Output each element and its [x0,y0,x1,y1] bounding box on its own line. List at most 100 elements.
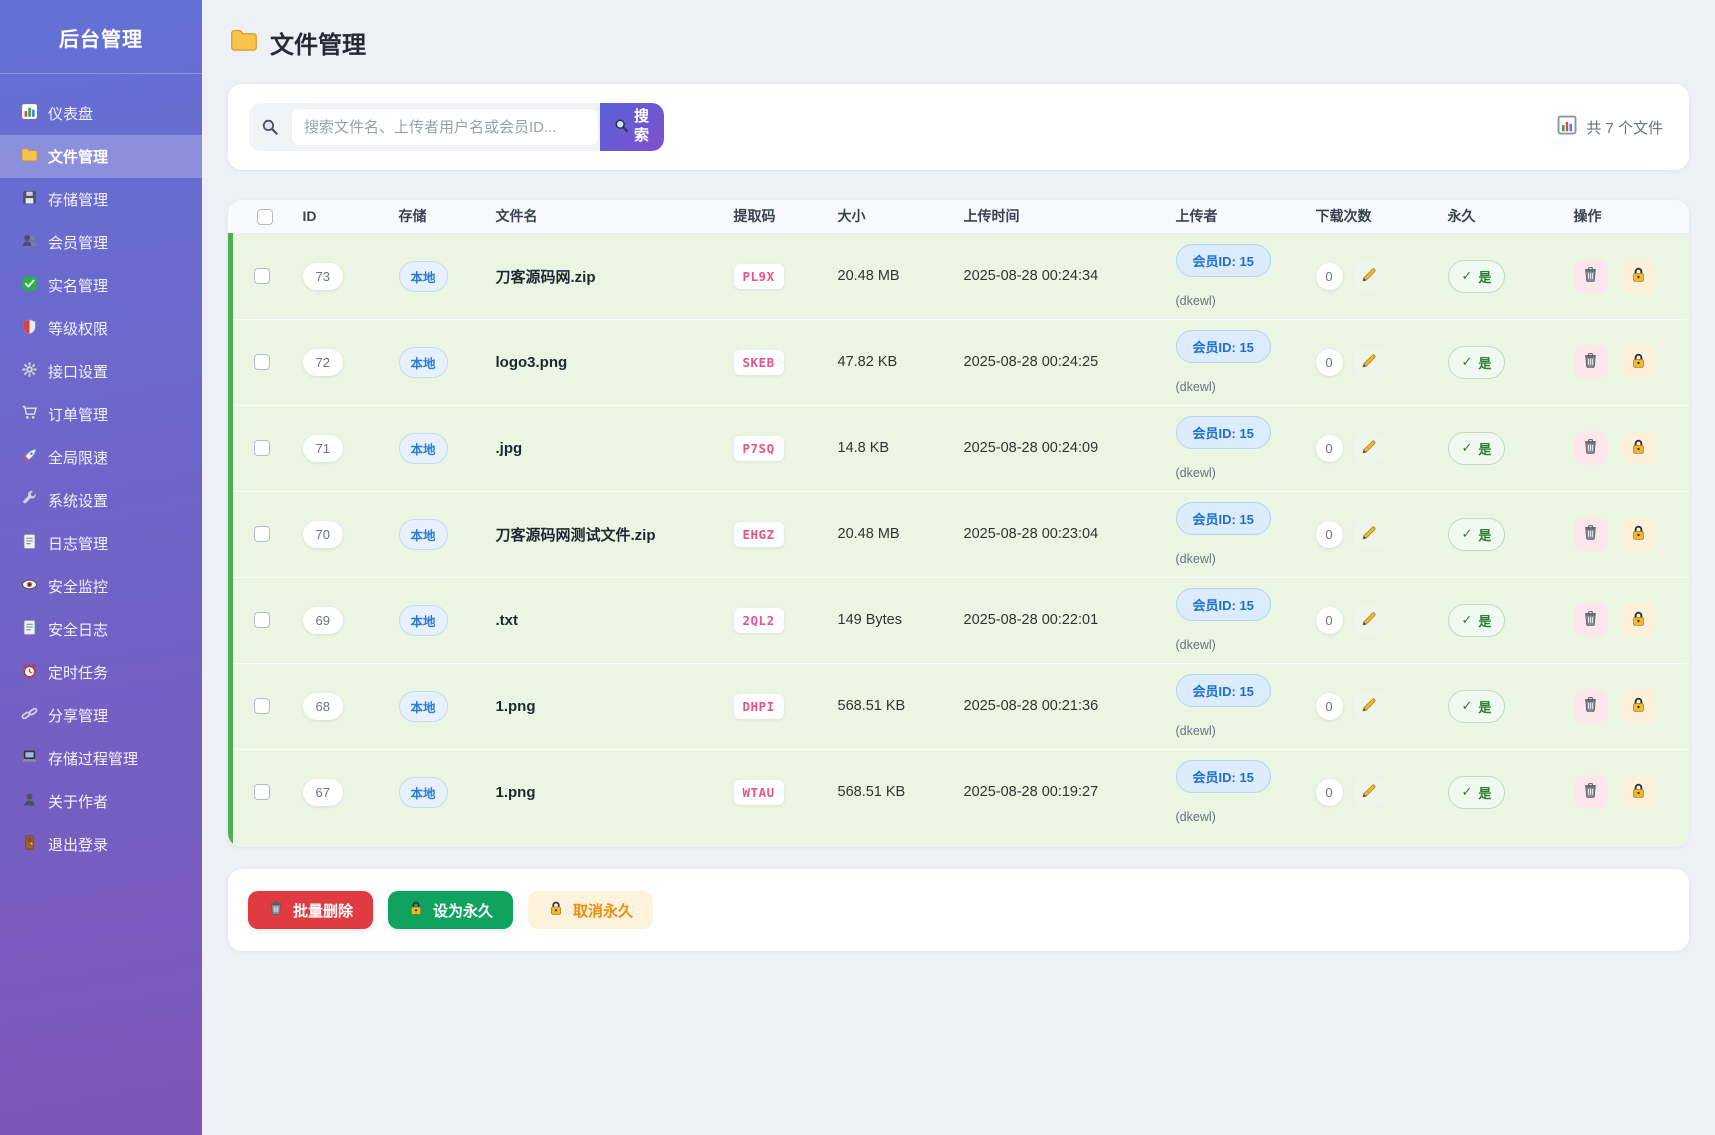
trash-icon [1582,610,1599,630]
delete-file-button[interactable] [1573,517,1608,551]
door-icon [21,834,38,855]
sidebar-item-logout[interactable]: 退出登录 [0,823,202,866]
extract-code-badge: PL9X [733,263,784,289]
download-count-badge: 0 [1315,262,1343,290]
trash-icon [1582,696,1599,716]
pencil-icon [1361,267,1377,286]
uploader-cell: 会员ID: 15 (dkewl) [1175,416,1300,480]
check-icon: ✓ [1461,440,1473,455]
toggle-permanent-button[interactable] [1621,689,1656,723]
sidebar-item-level-permission[interactable]: 等级权限 [0,307,202,350]
sidebar-item-scheduled-tasks[interactable]: 定时任务 [0,651,202,694]
sidebar-item-order-management[interactable]: 订单管理 [0,393,202,436]
toggle-permanent-button[interactable] [1621,345,1656,379]
row-checkbox[interactable] [254,612,270,629]
sidebar-item-label: 退出登录 [48,837,109,854]
batch-delete-button[interactable]: 批量删除 [248,891,374,929]
delete-file-button[interactable] [1573,431,1608,465]
column-header-size: 大小 [829,200,956,234]
search-card: 搜索 共 7 个文件 [228,84,1689,170]
upload-time: 2025-08-28 00:23:04 [963,526,1099,542]
uploader-cell: 会员ID: 15 (dkewl) [1175,330,1300,394]
row-checkbox[interactable] [254,526,270,543]
sidebar-item-label: 日志管理 [48,536,109,553]
main-content: 文件管理 搜索 共 7 个文件 ID [202,0,1715,1135]
alarm-clock-icon [21,662,38,683]
uploader-cell: 会员ID: 15 (dkewl) [1175,760,1300,824]
set-permanent-button[interactable]: 设为永久 [388,891,514,929]
row-checkbox[interactable] [254,268,270,285]
toggle-permanent-button[interactable] [1621,775,1656,810]
edit-downloads-button[interactable] [1353,519,1384,549]
toggle-permanent-button[interactable] [1621,603,1656,637]
delete-file-button[interactable] [1573,345,1608,379]
sidebar-item-label: 系统设置 [48,493,109,510]
eye-icon [21,576,38,597]
sidebar-item-security-log[interactable]: 安全日志 [0,608,202,651]
delete-file-button[interactable] [1573,259,1608,293]
sidebar-item-label: 存储过程管理 [48,751,139,768]
row-checkbox[interactable] [254,784,270,801]
cancel-permanent-button[interactable]: 取消永久 [528,891,654,929]
sidebar-item-label: 定时任务 [48,665,109,682]
delete-file-button[interactable] [1573,775,1608,810]
sidebar-item-file-management[interactable]: 文件管理 [0,135,202,178]
download-count-badge: 0 [1315,348,1343,376]
permanent-label: 是 [1478,355,1492,371]
extract-code-badge: EHGZ [733,521,784,547]
column-header-id: ID [294,200,391,234]
pencil-icon [1361,439,1377,458]
trash-icon [1582,438,1599,458]
column-header-code: 提取码 [725,200,830,234]
toggle-permanent-button[interactable] [1621,259,1656,293]
sidebar-item-dashboard[interactable]: 仪表盘 [0,92,202,135]
sidebar-item-system-settings[interactable]: 系统设置 [0,479,202,522]
file-id-badge: 70 [302,520,343,548]
extract-code-badge: P7SQ [733,435,784,461]
lock-icon [1630,266,1647,286]
delete-file-button[interactable] [1573,603,1608,637]
sidebar-item-member-management[interactable]: 会员管理 [0,221,202,264]
member-id-badge: 会员ID: 15 [1175,244,1271,277]
table-row: 69 本地 .txt 2QL2 149 Bytes 2025-08-28 00:… [228,576,1689,663]
bar-chart-icon [21,103,38,124]
edit-downloads-button[interactable] [1353,347,1384,377]
edit-downloads-button[interactable] [1353,691,1384,721]
member-id-badge: 会员ID: 15 [1175,330,1271,363]
file-size: 20.48 MB [837,268,900,284]
permanent-badge: ✓ 是 [1447,259,1506,293]
person-icon [21,791,38,812]
sidebar-item-share-management[interactable]: 分享管理 [0,694,202,737]
edit-downloads-button[interactable] [1353,605,1384,635]
sidebar-item-label: 等级权限 [48,321,109,338]
lock-icon [1630,524,1647,544]
bar-chart-icon [1557,115,1577,139]
sidebar-item-security-monitor[interactable]: 安全监控 [0,565,202,608]
check-icon: ✓ [1461,526,1473,541]
row-checkbox[interactable] [254,440,270,457]
sidebar-item-realname-management[interactable]: 实名管理 [0,264,202,307]
edit-downloads-button[interactable] [1353,777,1384,808]
sidebar-item-api-settings[interactable]: 接口设置 [0,350,202,393]
download-count-badge: 0 [1315,692,1343,720]
search-button[interactable]: 搜索 [600,103,664,151]
edit-downloads-button[interactable] [1353,261,1384,291]
row-checkbox[interactable] [254,354,270,371]
sidebar-item-log-management[interactable]: 日志管理 [0,522,202,565]
row-checkbox[interactable] [254,698,270,715]
sidebar-item-storage-management[interactable]: 存储管理 [0,178,202,221]
file-id-badge: 67 [302,778,343,806]
toggle-permanent-button[interactable] [1621,431,1656,465]
lock-icon [408,900,424,920]
sidebar-item-about-author[interactable]: 关于作者 [0,780,202,823]
sidebar-item-stored-procedure-management[interactable]: 存储过程管理 [0,737,202,780]
select-all-checkbox[interactable] [256,208,273,225]
table-row: 70 本地 刀客源码网测试文件.zip EHGZ 20.48 MB 2025-0… [228,490,1689,577]
sidebar-item-global-speed-limit[interactable]: 全局限速 [0,436,202,479]
edit-downloads-button[interactable] [1353,433,1384,463]
search-input[interactable] [291,108,599,146]
delete-file-button[interactable] [1573,689,1608,723]
toggle-permanent-button[interactable] [1621,517,1656,551]
document-icon [21,533,38,554]
check-icon: ✓ [1461,354,1473,369]
